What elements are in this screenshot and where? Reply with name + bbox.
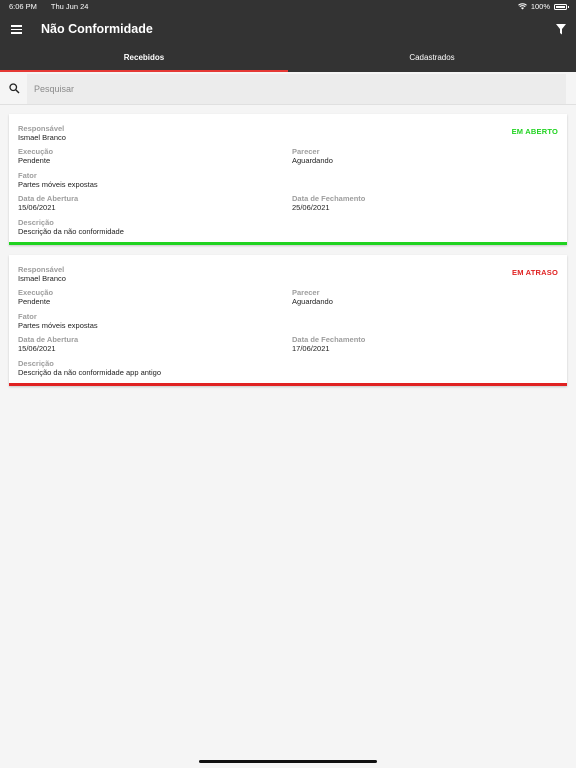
field-data-fechamento: Data de Fechamento 17/06/2021 bbox=[292, 335, 365, 354]
tab-recebidos[interactable]: Recebidos bbox=[0, 47, 288, 72]
field-label: Data de Fechamento bbox=[292, 194, 366, 203]
status-line bbox=[9, 242, 567, 245]
field-value: 15/06/2021 bbox=[18, 203, 56, 212]
field-value: Partes móveis expostas bbox=[18, 321, 98, 330]
filter-icon[interactable] bbox=[556, 24, 566, 35]
status-right: 100% bbox=[517, 0, 569, 13]
field-fator: Fator Partes móveis expostas bbox=[18, 171, 98, 190]
field-label: Parecer bbox=[292, 288, 320, 297]
field-responsavel: Responsável Ismael Branco bbox=[18, 265, 66, 284]
field-label: Fator bbox=[18, 171, 37, 180]
nonconformity-card[interactable]: EM ATRASO Responsável Ismael Branco Exec… bbox=[9, 255, 567, 386]
status-badge: EM ATRASO bbox=[512, 268, 558, 277]
page-title: Não Conformidade bbox=[41, 22, 153, 36]
battery-percent: 100% bbox=[530, 2, 550, 11]
field-value: Descrição da não conformidade bbox=[18, 227, 124, 236]
field-value: Pendente bbox=[18, 156, 51, 165]
field-label: Responsável bbox=[18, 265, 65, 274]
field-value: Descrição da não conformidade app antigo bbox=[18, 368, 162, 377]
field-label: Execução bbox=[18, 288, 54, 297]
wifi-icon bbox=[517, 3, 527, 10]
field-parecer: Parecer Aguardando bbox=[292, 288, 333, 307]
field-value: 25/06/2021 bbox=[292, 203, 330, 212]
field-value: 17/06/2021 bbox=[292, 344, 330, 353]
status-time: 6:06 PM bbox=[9, 2, 37, 11]
field-label: Descrição bbox=[18, 218, 54, 227]
field-responsavel: Responsável Ismael Branco bbox=[18, 124, 66, 143]
app-bar: Não Conformidade bbox=[0, 13, 576, 47]
field-label: Responsável bbox=[18, 124, 65, 133]
field-value: Aguardando bbox=[292, 297, 333, 306]
field-value: Pendente bbox=[18, 297, 51, 306]
search-bar bbox=[0, 72, 576, 105]
field-label: Descrição bbox=[18, 359, 54, 368]
field-fator: Fator Partes móveis expostas bbox=[18, 312, 98, 331]
field-label: Data de Fechamento bbox=[292, 335, 366, 344]
field-value: Ismael Branco bbox=[18, 133, 66, 142]
field-value: 15/06/2021 bbox=[18, 344, 56, 353]
field-label: Data de Abertura bbox=[18, 194, 79, 203]
field-label: Parecer bbox=[292, 147, 320, 156]
field-label: Data de Abertura bbox=[18, 335, 79, 344]
nonconformity-card[interactable]: EM ABERTO Responsável Ismael Branco Exec… bbox=[9, 114, 567, 245]
tab-cadastrados[interactable]: Cadastrados bbox=[288, 47, 576, 72]
field-execucao: Execução Pendente bbox=[18, 147, 53, 166]
status-left: 6:06 PM Thu Jun 24 bbox=[9, 2, 100, 11]
field-label: Fator bbox=[18, 312, 37, 321]
status-date: Thu Jun 24 bbox=[50, 2, 89, 11]
field-data-abertura: Data de Abertura 15/06/2021 bbox=[18, 194, 78, 213]
field-parecer: Parecer Aguardando bbox=[292, 147, 333, 166]
field-data-fechamento: Data de Fechamento 25/06/2021 bbox=[292, 194, 365, 213]
nonconformity-list: EM ABERTO Responsável Ismael Branco Exec… bbox=[0, 114, 576, 396]
battery-icon bbox=[554, 3, 569, 10]
status-bar: 6:06 PM Thu Jun 24 100% bbox=[0, 0, 576, 13]
search-input[interactable] bbox=[27, 74, 566, 104]
field-execucao: Execução Pendente bbox=[18, 288, 53, 307]
menu-icon[interactable] bbox=[11, 25, 22, 34]
field-data-abertura: Data de Abertura 15/06/2021 bbox=[18, 335, 78, 354]
field-label: Execução bbox=[18, 147, 54, 156]
search-icon bbox=[9, 83, 20, 94]
field-descricao: Descrição Descrição da não conformidade … bbox=[18, 359, 161, 378]
field-value: Ismael Branco bbox=[18, 274, 66, 283]
status-badge: EM ABERTO bbox=[511, 127, 558, 136]
home-indicator[interactable] bbox=[199, 760, 377, 763]
field-descricao: Descrição Descrição da não conformidade bbox=[18, 218, 124, 237]
tab-bar: Recebidos Cadastrados bbox=[0, 47, 576, 72]
field-value: Partes móveis expostas bbox=[18, 180, 98, 189]
status-line bbox=[9, 383, 567, 386]
field-value: Aguardando bbox=[292, 156, 333, 165]
